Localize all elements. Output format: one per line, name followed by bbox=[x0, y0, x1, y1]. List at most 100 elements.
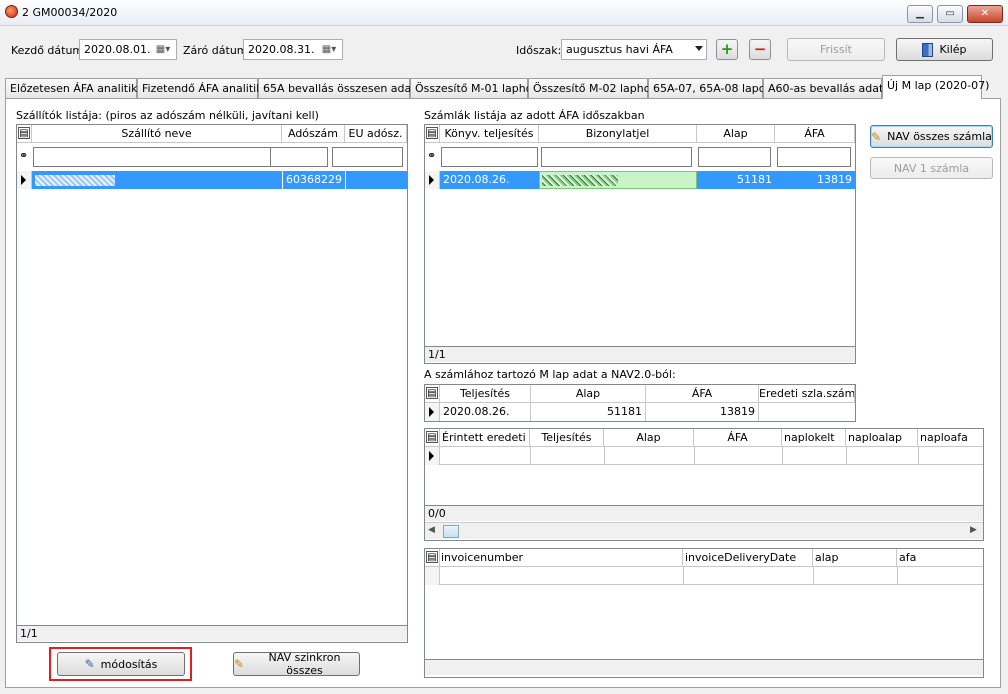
tab-65a07-08[interactable]: 65A-07, 65A-08 lapok bbox=[648, 78, 772, 98]
tab-a60[interactable]: A60-as bevallás adatai bbox=[763, 78, 893, 98]
filter-supplier-name[interactable] bbox=[33, 147, 281, 167]
supplier-name-cell[interactable] bbox=[32, 171, 282, 189]
affected-horizontal-scrollbar[interactable]: ◀ ▶ bbox=[425, 522, 983, 539]
col-naploafa[interactable]: naploafa bbox=[918, 429, 983, 447]
nav-sync-label: NAV szinkron összes bbox=[268, 651, 341, 677]
col-invoicenumber[interactable]: invoicenumber bbox=[440, 549, 683, 567]
mlap-orig-cell[interactable] bbox=[759, 403, 855, 421]
col-affected-vat[interactable]: ÁFA bbox=[694, 429, 782, 447]
scroll-left-icon[interactable]: ◀ bbox=[428, 525, 435, 535]
col-navinv-vat[interactable]: afa bbox=[897, 549, 983, 567]
filter-tax-number[interactable] bbox=[270, 147, 328, 167]
tab-m01[interactable]: Összesítő M-01 laphoz bbox=[410, 78, 538, 98]
filter-base[interactable] bbox=[698, 147, 771, 167]
exit-label: Kilép bbox=[939, 43, 967, 56]
mlap-grid[interactable]: ▤ Teljesítés Alap ÁFA Eredeti szla.szám … bbox=[424, 384, 856, 422]
door-icon bbox=[922, 42, 934, 57]
mlap-base-cell[interactable]: 51181 bbox=[531, 403, 646, 421]
col-mlap-base[interactable]: Alap bbox=[531, 385, 646, 403]
col-mlap-vat[interactable]: ÁFA bbox=[646, 385, 759, 403]
redacted-doc-id bbox=[542, 175, 618, 186]
invoices-status: 1/1 bbox=[425, 346, 855, 362]
grid-menu-icon[interactable]: ▤ bbox=[426, 551, 438, 563]
modify-button[interactable]: ✎ módosítás bbox=[57, 652, 185, 676]
mlap-date-cell[interactable]: 2020.08.26. bbox=[440, 403, 531, 421]
filter-eu-tax[interactable] bbox=[332, 147, 403, 167]
col-naploalap[interactable]: naploalap bbox=[846, 429, 918, 447]
grid-menu-icon[interactable]: ▤ bbox=[426, 387, 438, 399]
col-mlap-orig[interactable]: Eredeti szla.szám bbox=[759, 385, 855, 403]
tab-m02[interactable]: Összesítő M-02 laphoz bbox=[528, 78, 656, 98]
calendar-dropdown-icon[interactable]: ▦▾ bbox=[151, 41, 175, 60]
table-row[interactable] bbox=[425, 447, 983, 465]
nav-one-invoice-button[interactable]: NAV 1 számla bbox=[870, 157, 993, 179]
start-date-field[interactable]: 2020.08.01. ▦▾ bbox=[79, 39, 177, 60]
scroll-thumb[interactable] bbox=[443, 525, 459, 538]
filter-doc-id[interactable] bbox=[541, 147, 692, 167]
filter-book-date[interactable] bbox=[441, 147, 538, 167]
magic-wand-icon: ✎ bbox=[871, 129, 882, 144]
col-navinv-base[interactable]: alap bbox=[813, 549, 897, 567]
col-affected-orig[interactable]: Érintett eredeti s... bbox=[440, 429, 530, 447]
col-doc-id[interactable]: Bizonylatjel bbox=[539, 125, 697, 143]
tab-new-m-sheet[interactable]: Új M lap (2020-07) bbox=[882, 75, 989, 99]
nav-all-invoices-button[interactable]: ✎ NAV összes számla bbox=[870, 125, 993, 148]
col-base[interactable]: Alap bbox=[697, 125, 775, 143]
invoice-doc-cell[interactable] bbox=[539, 171, 697, 189]
invoice-date-cell[interactable]: 2020.08.26. bbox=[440, 171, 539, 189]
grid-menu-icon[interactable]: ▤ bbox=[18, 127, 30, 139]
nav-invoices-status bbox=[425, 659, 983, 675]
period-select[interactable]: augusztus havi ÁFA bbox=[561, 39, 707, 60]
table-row[interactable] bbox=[425, 567, 983, 585]
col-invoice-delivery-date[interactable]: invoiceDeliveryDate bbox=[683, 549, 813, 567]
table-row[interactable]: 2020.08.26. 51181 13819 bbox=[425, 403, 855, 421]
affected-grid[interactable]: ▤ Érintett eredeti s... Teljesítés Alap … bbox=[424, 428, 984, 541]
nav-invoices-grid[interactable]: ▤ invoicenumber invoiceDeliveryDate alap… bbox=[424, 548, 984, 678]
remove-button[interactable]: − bbox=[749, 39, 771, 60]
minus-icon: − bbox=[753, 40, 767, 58]
binoculars-icon: ⚭ bbox=[19, 149, 29, 162]
col-eu-tax[interactable]: EU adósz. bbox=[345, 125, 407, 143]
window-title: 2 GM00034/2020 bbox=[22, 6, 118, 19]
invoice-base-cell[interactable]: 51181 bbox=[697, 171, 775, 189]
minimize-button[interactable]: ▁ bbox=[907, 5, 933, 23]
col-affected-date[interactable]: Teljesítés bbox=[530, 429, 604, 447]
close-button[interactable]: ✕ bbox=[967, 5, 1003, 23]
start-date-label: Kezdő dátum: bbox=[11, 44, 87, 57]
end-date-field[interactable]: 2020.08.31. ▦▾ bbox=[243, 39, 343, 60]
suppliers-filter-row: ⚭ bbox=[17, 144, 407, 169]
col-book-date[interactable]: Könyv. teljesítés bbox=[440, 125, 539, 143]
calendar-dropdown-icon[interactable]: ▦▾ bbox=[317, 41, 341, 60]
tab-payable-vat[interactable]: Fizetendő ÁFA analitika bbox=[137, 78, 269, 98]
tab-65a-totals[interactable]: 65A bevallás összesen adatai bbox=[258, 78, 425, 98]
col-affected-base[interactable]: Alap bbox=[604, 429, 694, 447]
col-supplier-name[interactable]: Szállító neve bbox=[32, 125, 282, 143]
scroll-right-icon[interactable]: ▶ bbox=[970, 525, 977, 535]
grid-menu-icon[interactable]: ▤ bbox=[426, 127, 438, 139]
row-pointer-icon bbox=[429, 407, 434, 417]
start-date-value: 2020.08.01. bbox=[84, 43, 151, 56]
supplier-eu-cell[interactable] bbox=[345, 171, 407, 189]
table-row[interactable]: 60368229 bbox=[17, 171, 407, 189]
col-vat[interactable]: ÁFA bbox=[775, 125, 855, 143]
edit-icon: ✎ bbox=[84, 657, 95, 671]
invoices-grid[interactable]: ▤ Könyv. teljesítés Bizonylatjel Alap ÁF… bbox=[424, 124, 856, 364]
tab-input-vat[interactable]: Előzetesen ÁFA analitika bbox=[5, 78, 144, 98]
nav-sync-all-button[interactable]: ✎ NAV szinkron összes bbox=[233, 651, 360, 677]
chevron-down-icon bbox=[695, 46, 703, 51]
col-mlap-date[interactable]: Teljesítés bbox=[440, 385, 531, 403]
nav-all-label: NAV összes számla bbox=[887, 130, 992, 143]
grid-menu-icon[interactable]: ▤ bbox=[426, 431, 438, 443]
exit-button[interactable]: Kilép bbox=[896, 38, 993, 61]
refresh-button[interactable]: Frissít bbox=[787, 38, 885, 61]
col-naplokelt[interactable]: naplokelt bbox=[782, 429, 846, 447]
supplier-tax-cell[interactable]: 60368229 bbox=[282, 171, 345, 189]
table-row[interactable]: 2020.08.26. 51181 13819 bbox=[425, 171, 855, 189]
maximize-button[interactable]: ▭ bbox=[937, 5, 963, 23]
add-button[interactable]: + bbox=[716, 39, 738, 60]
filter-vat[interactable] bbox=[777, 147, 851, 167]
col-tax-number[interactable]: Adószám bbox=[282, 125, 345, 143]
mlap-vat-cell[interactable]: 13819 bbox=[646, 403, 759, 421]
suppliers-grid[interactable]: ▤ Szállító neve Adószám EU adósz. ⚭ 6036… bbox=[16, 124, 408, 643]
invoice-vat-cell[interactable]: 13819 bbox=[775, 171, 855, 189]
